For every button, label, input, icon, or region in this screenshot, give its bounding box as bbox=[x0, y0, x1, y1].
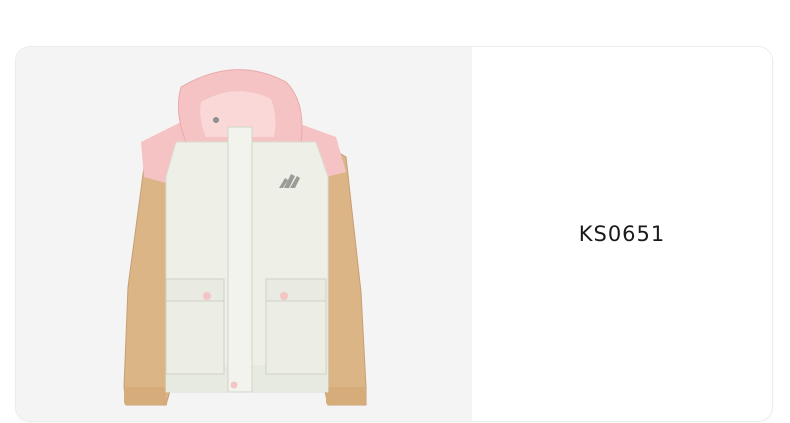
left-pocket-flap bbox=[165, 278, 225, 302]
placket bbox=[227, 126, 253, 393]
jacket-product-image bbox=[123, 69, 367, 406]
right-pocket-flap bbox=[265, 278, 327, 302]
product-card[interactable]: KS0651 bbox=[16, 47, 772, 421]
product-code: KS0651 bbox=[578, 222, 666, 246]
product-image[interactable] bbox=[16, 47, 472, 421]
right-cuff bbox=[326, 387, 366, 405]
product-info-panel: KS0651 bbox=[472, 47, 772, 421]
left-cuff bbox=[124, 387, 166, 405]
